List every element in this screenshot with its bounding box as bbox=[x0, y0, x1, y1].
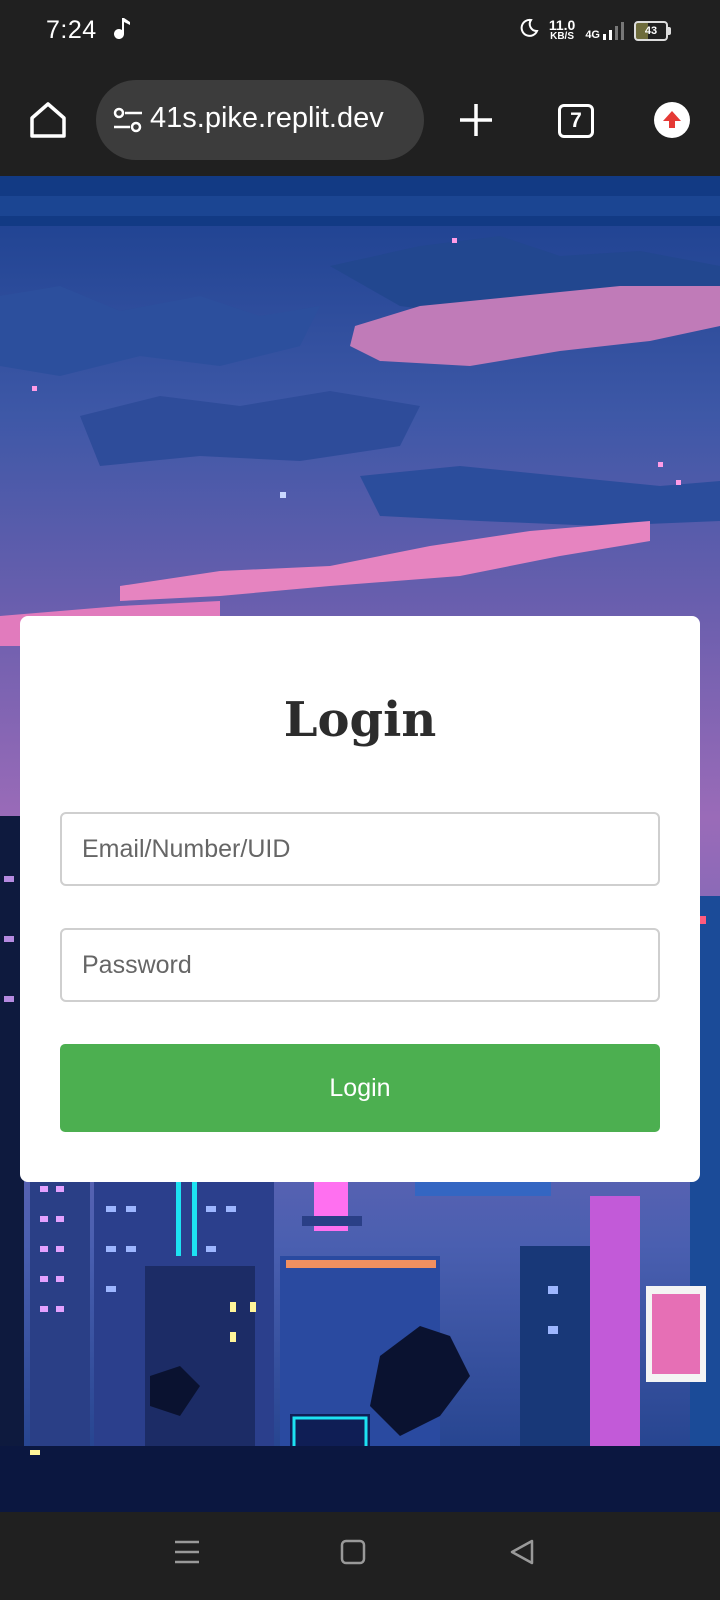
system-nav-bar bbox=[0, 1512, 720, 1600]
email-field[interactable] bbox=[60, 812, 660, 886]
page-content: Login Login bbox=[0, 176, 720, 1512]
net-speed-value: 11.0 bbox=[548, 16, 576, 33]
tabs-icon[interactable]: 7 bbox=[558, 104, 594, 138]
status-time: 7:24 bbox=[46, 16, 97, 44]
update-icon[interactable] bbox=[654, 102, 690, 138]
battery-icon: 43 bbox=[634, 20, 671, 41]
login-button[interactable]: Login bbox=[60, 1044, 660, 1132]
battery-level: 43 bbox=[644, 24, 658, 37]
login-card: Login Login bbox=[20, 616, 700, 1182]
signal-icon: 4G bbox=[585, 21, 624, 41]
url-bar[interactable]: 41s.pike.replit.dev bbox=[96, 80, 424, 160]
moon-icon bbox=[519, 18, 539, 43]
browser-toolbar: 41s.pike.replit.dev 7 bbox=[0, 64, 720, 176]
net-speed-unit: KB/S bbox=[550, 30, 575, 42]
home-icon[interactable] bbox=[26, 98, 70, 142]
network-type: 4G bbox=[585, 28, 600, 41]
plus-icon[interactable] bbox=[456, 100, 496, 140]
status-bar: 7:24 11.0 KB/S 4G 43 bbox=[0, 0, 720, 64]
url-text[interactable]: 41s.pike.replit.dev bbox=[150, 102, 408, 135]
music-note-icon bbox=[114, 16, 132, 49]
square-icon[interactable] bbox=[340, 1538, 366, 1571]
password-field[interactable] bbox=[60, 928, 660, 1002]
tab-count: 7 bbox=[570, 109, 582, 132]
login-title: Login bbox=[283, 692, 437, 748]
net-speed: 11.0 KB/S bbox=[548, 16, 576, 43]
status-icons: 11.0 KB/S 4G 43 bbox=[519, 16, 671, 43]
back-triangle-icon[interactable] bbox=[508, 1538, 536, 1571]
menu-icon[interactable] bbox=[174, 1538, 200, 1571]
tune-icon[interactable] bbox=[112, 106, 144, 139]
